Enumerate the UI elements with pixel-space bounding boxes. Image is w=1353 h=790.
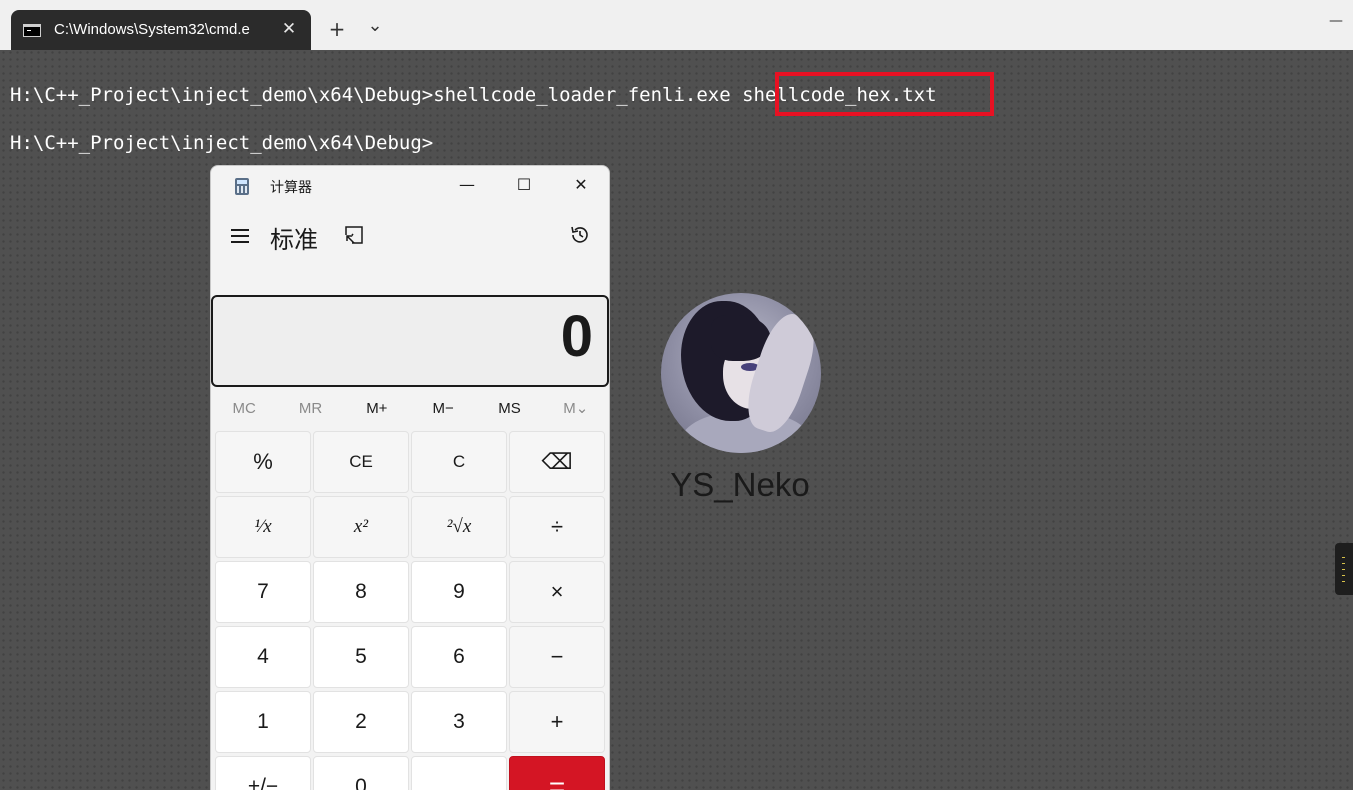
calculator-display: 0: [211, 295, 609, 387]
calc-maximize-button[interactable]: ☐: [509, 172, 539, 198]
keypad: % CE C ⌫ ¹⁄x x² ²√x ÷ 7 8 9 × 4 5 6 − 1 …: [215, 431, 607, 790]
digit-0-button[interactable]: 0: [313, 756, 409, 790]
calculator-mode: 标准: [270, 226, 318, 254]
memory-clear-button[interactable]: MC: [211, 394, 277, 424]
calculator-window: 计算器 — ☐ ✕ 标准 0 MC MR M+ M− MS M⌄ % CE C …: [210, 165, 610, 790]
memory-add-button[interactable]: M+: [344, 394, 410, 424]
memory-subtract-button[interactable]: M−: [410, 394, 476, 424]
minimize-button[interactable]: —: [1325, 10, 1347, 32]
digit-3-button[interactable]: 3: [411, 691, 507, 753]
decimal-button[interactable]: .: [411, 756, 507, 790]
history-icon[interactable]: [569, 224, 591, 246]
reciprocal-button[interactable]: ¹⁄x: [215, 496, 311, 558]
add-button[interactable]: +: [509, 691, 605, 753]
digit-6-button[interactable]: 6: [411, 626, 507, 688]
digit-1-button[interactable]: 1: [215, 691, 311, 753]
calc-close-button[interactable]: ✕: [566, 172, 596, 198]
tab-title: C:\Windows\System32\cmd.e: [54, 21, 250, 38]
display-value: 0: [560, 304, 593, 369]
digit-9-button[interactable]: 9: [411, 561, 507, 623]
terminal-tab[interactable]: C:\Windows\System32\cmd.e ✕: [11, 10, 311, 50]
multiply-button[interactable]: ×: [509, 561, 605, 623]
tab-dropdown-button[interactable]: ⌄: [364, 15, 386, 37]
percent-button[interactable]: %: [215, 431, 311, 493]
memory-store-button[interactable]: MS: [476, 394, 542, 424]
memory-recall-button[interactable]: MR: [277, 394, 343, 424]
clear-button[interactable]: C: [411, 431, 507, 493]
divide-button[interactable]: ÷: [509, 496, 605, 558]
avatar: [661, 293, 821, 453]
new-tab-button[interactable]: +: [326, 18, 348, 40]
digit-5-button[interactable]: 5: [313, 626, 409, 688]
negate-button[interactable]: +/−: [215, 756, 311, 790]
username: YS_Neko: [670, 466, 810, 503]
digit-4-button[interactable]: 4: [215, 626, 311, 688]
highlight-box: [775, 72, 994, 116]
cmd-icon: [23, 24, 41, 37]
digit-8-button[interactable]: 8: [313, 561, 409, 623]
square-root-button[interactable]: ²√x: [411, 496, 507, 558]
digit-2-button[interactable]: 2: [313, 691, 409, 753]
subtract-button[interactable]: −: [509, 626, 605, 688]
calculator-icon: [235, 178, 249, 195]
equals-button[interactable]: =: [509, 756, 605, 790]
memory-row: MC MR M+ M− MS M⌄: [211, 394, 609, 424]
clear-entry-button[interactable]: CE: [313, 431, 409, 493]
tab-close-icon[interactable]: ✕: [279, 19, 299, 39]
hamburger-menu-icon[interactable]: [231, 229, 249, 243]
edge-widget[interactable]: [1335, 543, 1353, 595]
memory-list-button[interactable]: M⌄: [543, 394, 609, 424]
digit-7-button[interactable]: 7: [215, 561, 311, 623]
backspace-button[interactable]: ⌫: [509, 431, 605, 493]
square-button[interactable]: x²: [313, 496, 409, 558]
calculator-title: 计算器: [270, 180, 312, 196]
keep-on-top-icon[interactable]: [345, 226, 363, 244]
calc-minimize-button[interactable]: —: [452, 172, 482, 198]
terminal-titlebar: C:\Windows\System32\cmd.e ✕ + ⌄ —: [0, 0, 1353, 50]
terminal-line: H:\C++_Project\inject_demo\x64\Debug>: [10, 132, 434, 154]
